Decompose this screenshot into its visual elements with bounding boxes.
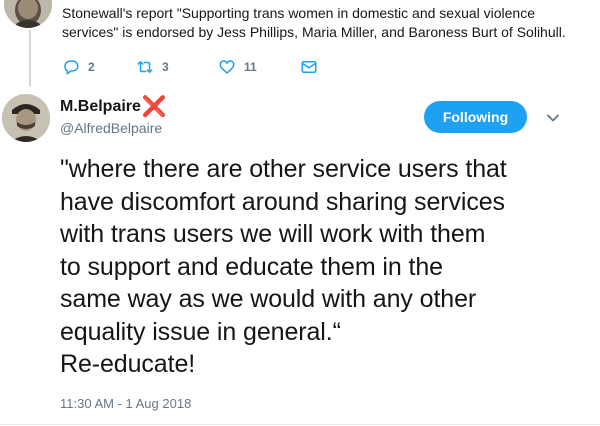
following-button[interactable]: Following (424, 101, 527, 133)
chevron-down-icon[interactable] (545, 110, 561, 126)
thread-connector-line (29, 30, 31, 86)
retweet-button[interactable]: 3 (136, 56, 169, 78)
like-count: 11 (244, 60, 257, 74)
author-handle[interactable]: @AlfredBelpaire (60, 120, 162, 136)
tweet-text-line: to support and educate them in the (60, 252, 443, 281)
author-display-name[interactable]: M.Belpaire (60, 98, 141, 116)
retweet-icon (137, 61, 153, 73)
tweet-text-line: have discomfort around sharing services (60, 187, 505, 216)
tweet-thread-view: Stonewall's report "Supporting trans wom… (0, 0, 600, 426)
direct-message-icon (301, 61, 317, 73)
tweet-text: "where there are other service users tha… (60, 153, 590, 381)
avatar[interactable] (2, 94, 50, 142)
avatar-portrait-image (2, 94, 50, 142)
reply-button[interactable]: 2 (62, 56, 95, 78)
reply-icon (64, 60, 79, 75)
tweet-text-line: Re-educate! (60, 350, 196, 378)
tweet-text-line: equality issue in general.“ (60, 317, 341, 346)
like-icon (219, 60, 235, 74)
tweet-text-line: "where there are other service users tha… (60, 155, 507, 183)
avatar-portrait-image (4, 0, 52, 28)
tweet-timestamp[interactable]: 11:30 AM - 1 Aug 2018 (60, 396, 191, 411)
direct-message-button[interactable] (300, 56, 326, 78)
tweet-text-line: same way as we would with any other (60, 285, 477, 313)
author-name-row[interactable]: M.Belpaire ❌ (60, 96, 167, 118)
retweet-count: 3 (162, 60, 169, 74)
name-x-mark: ❌ (141, 96, 167, 118)
reply-count: 2 (88, 60, 95, 74)
parent-tweet-actions: 2 3 11 (62, 56, 362, 78)
parent-tweet-text: Stonewall's report "Supporting trans wom… (62, 5, 566, 40)
avatar[interactable] (4, 0, 52, 28)
tweet-text-line: with trans users we will work with them (60, 220, 486, 248)
divider (0, 424, 600, 425)
like-button[interactable]: 11 (218, 56, 257, 78)
